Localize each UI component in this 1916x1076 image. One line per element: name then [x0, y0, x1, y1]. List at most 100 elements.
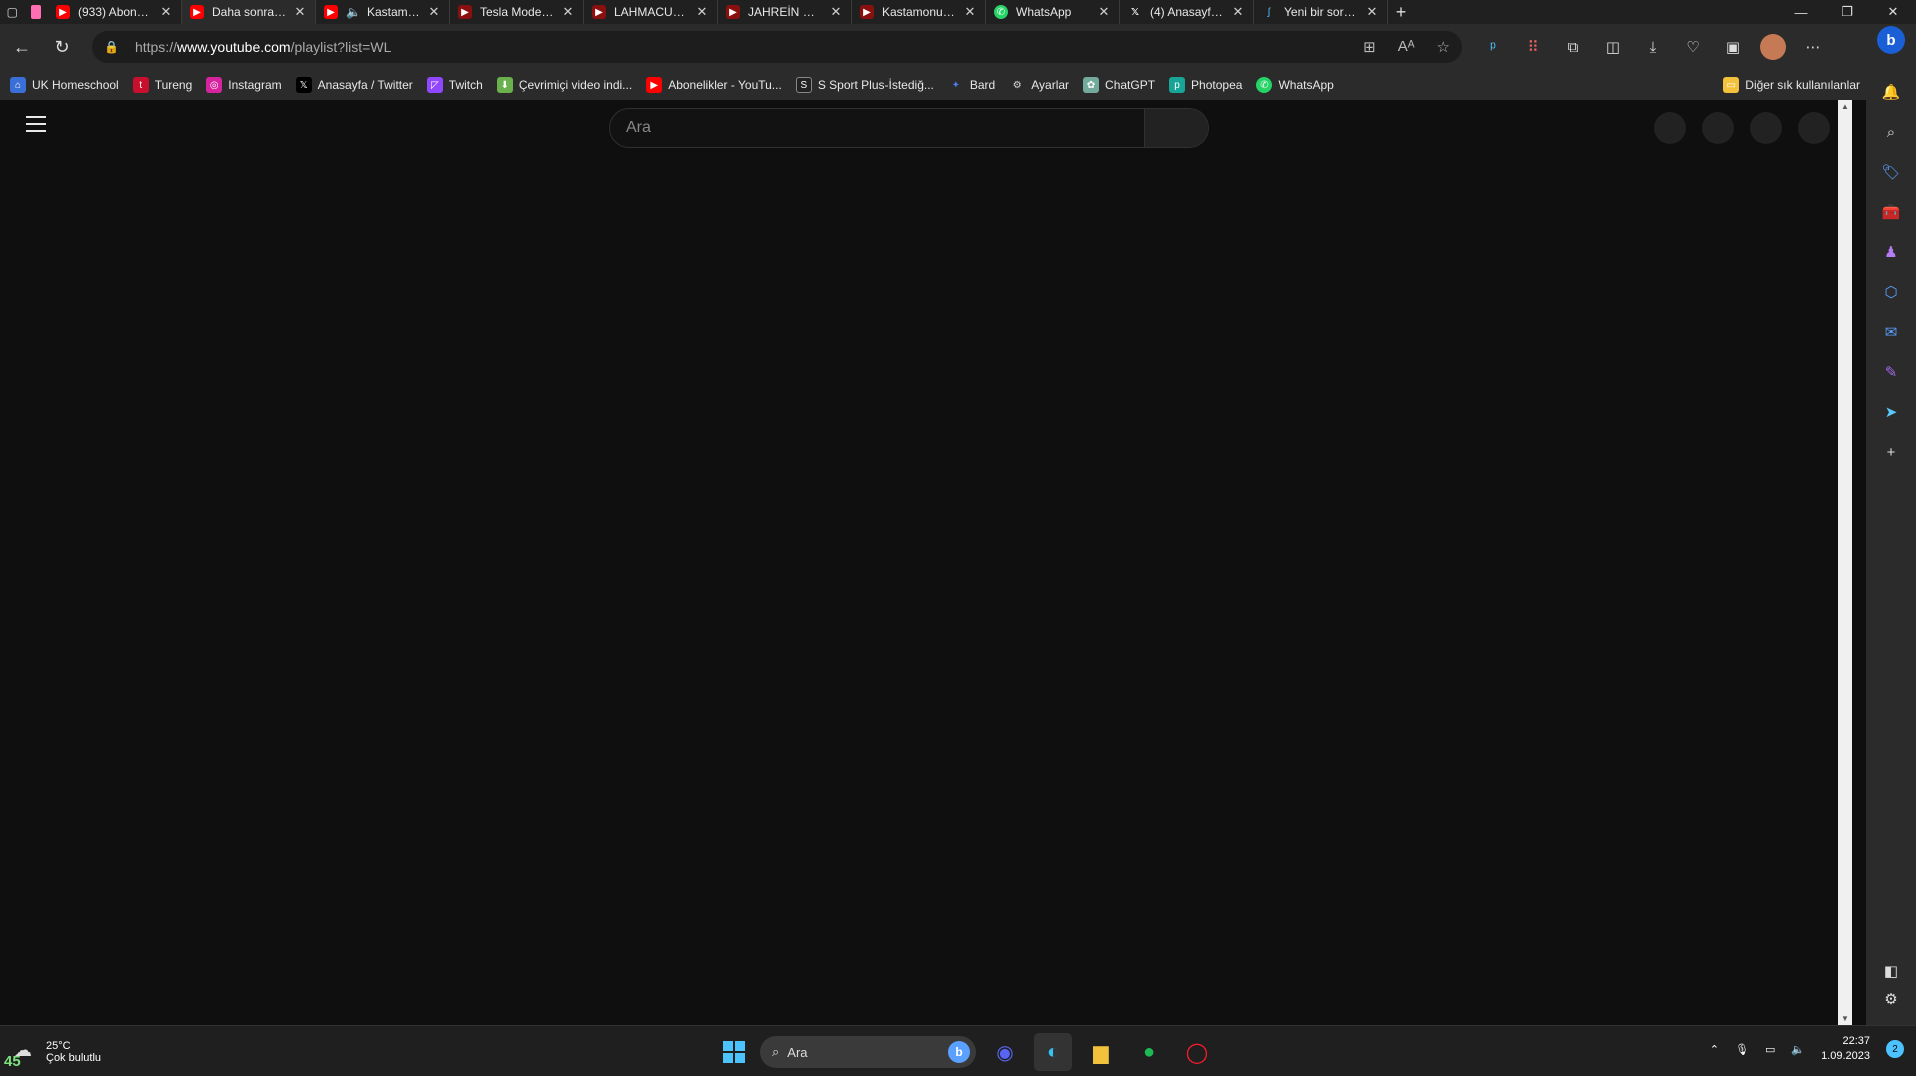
scroll-up-icon[interactable]: ▲ [1841, 102, 1849, 111]
bookmark-uk-homeschool[interactable]: ⌂ UK Homeschool [10, 77, 119, 93]
close-tab-icon[interactable]: ✕ [293, 4, 307, 20]
clock[interactable]: 22:37 1.09.2023 [1821, 1034, 1870, 1064]
header-action-placeholders [1654, 112, 1830, 144]
new-tab-button[interactable]: + [1388, 2, 1414, 23]
outlook-icon[interactable]: ✉ [1877, 318, 1905, 346]
bookmark-twitch[interactable]: ◸ Twitch [426, 77, 483, 93]
header-action-placeholder[interactable] [1798, 112, 1830, 144]
volume-icon[interactable]: 🔈 [1791, 1043, 1805, 1056]
bookmark-label: S Sport Plus-İstediğ... [817, 78, 934, 92]
file-explorer-icon[interactable]: ▆ [1082, 1033, 1120, 1071]
tab-subscriptions[interactable]: ▶ (933) Abonelikler - ✕ [48, 0, 182, 24]
shopping-icon[interactable]: 🏷 [1877, 158, 1905, 186]
bookmark-bard[interactable]: ✦ Bard [948, 77, 996, 93]
tab-new-question[interactable]: ʃ Yeni bir soru oluştu ✕ [1254, 0, 1388, 24]
close-tab-icon[interactable]: ✕ [695, 4, 709, 20]
speaker-icon[interactable]: 🔈 [346, 5, 361, 19]
bookmark-video-download[interactable]: ⬇ Çevrimiçi video indi... [496, 77, 632, 93]
bookmark-youtube-subscriptions[interactable]: ▶ Abonelikler - YouTu... [646, 77, 782, 93]
notification-badge[interactable]: 2 [1886, 1040, 1904, 1058]
bookmark-twitter[interactable]: 𝕏 Anasayfa / Twitter [295, 77, 413, 93]
app-available-icon[interactable]: ⊞ [1363, 38, 1376, 56]
add-icon[interactable]: + [1877, 438, 1905, 466]
opera-icon[interactable]: ◯ [1178, 1033, 1216, 1071]
youtube-search-input[interactable] [610, 109, 1144, 147]
extension-icon[interactable]: ᵖ [1480, 34, 1506, 60]
search-icon[interactable]: ⌕ [1877, 118, 1905, 146]
workspace-icon[interactable] [31, 5, 42, 19]
games-icon[interactable]: ♟ [1877, 238, 1905, 266]
ssport-icon: S [795, 77, 812, 93]
discord-icon[interactable]: ◉ [986, 1033, 1024, 1071]
windows-start-icon[interactable] [718, 1036, 750, 1068]
youtube-search-button[interactable] [1144, 109, 1208, 147]
hamburger-menu-icon[interactable] [26, 116, 46, 132]
tab-whatsapp[interactable]: ✆ WhatsApp ✕ [986, 0, 1120, 24]
edge-icon[interactable]: ◐ [1034, 1033, 1072, 1071]
close-tab-icon[interactable]: ✕ [963, 4, 977, 20]
tab-lahmacun[interactable]: ▶ LAHMACUN, BABA ✕ [584, 0, 718, 24]
page-scrollbar[interactable]: ▲ ▼ [1838, 100, 1852, 1025]
close-tab-icon[interactable]: ✕ [427, 4, 441, 20]
bookmark-chatgpt[interactable]: ✿ ChatGPT [1083, 77, 1155, 93]
close-tab-icon[interactable]: ✕ [561, 4, 575, 20]
close-window-icon[interactable]: ✕ [1870, 0, 1916, 24]
tab-tesla[interactable]: ▶ Tesla Model 3 Yen ✕ [450, 0, 584, 24]
tools-icon[interactable]: 🧰 [1877, 198, 1905, 226]
profile-avatar[interactable] [1760, 34, 1786, 60]
close-tab-icon[interactable]: ✕ [829, 4, 843, 20]
tab-kastamonu-ayisi[interactable]: ▶ Kastamonu Ayısı V ✕ [852, 0, 986, 24]
bing-chat-icon[interactable]: b [1877, 26, 1905, 54]
close-tab-icon[interactable]: ✕ [1365, 4, 1379, 20]
tab-kastamonu[interactable]: ▶ 🔈 Kastamonu A ✕ [316, 0, 450, 24]
network-icon[interactable]: ▭ [1765, 1043, 1775, 1056]
downloads-icon[interactable]: ⤓ [1640, 34, 1666, 60]
header-action-placeholder[interactable] [1654, 112, 1686, 144]
drop-icon[interactable]: ✎ [1877, 358, 1905, 386]
bookmark-whatsapp[interactable]: ✆ WhatsApp [1256, 77, 1334, 93]
bookmark-instagram[interactable]: ◎ Instagram [206, 77, 282, 93]
close-tab-icon[interactable]: ✕ [1097, 4, 1111, 20]
extensions-icon[interactable]: ⧉ [1560, 34, 1586, 60]
tab-watch-later[interactable]: ▶ Daha sonra izle - Y ✕ [182, 0, 316, 24]
tab-x-home[interactable]: 𝕏 (4) Anasayfa / X ✕ [1120, 0, 1254, 24]
microphone-icon[interactable]: 🎙 [1735, 1043, 1749, 1056]
collections-icon[interactable]: ▣ [1720, 34, 1746, 60]
close-tab-icon[interactable]: ✕ [1231, 4, 1245, 20]
split-screen-icon[interactable]: ◫ [1600, 34, 1626, 60]
minimize-icon[interactable]: — [1778, 0, 1824, 24]
tab-title: (4) Anasayfa / X [1150, 5, 1225, 19]
header-action-placeholder[interactable] [1702, 112, 1734, 144]
send-icon[interactable]: ➤ [1877, 398, 1905, 426]
hide-sidebar-icon[interactable]: ◧ [1877, 957, 1905, 985]
apps-grid-icon[interactable]: ⠿ [1520, 34, 1546, 60]
refresh-button[interactable]: ↻ [44, 31, 80, 63]
chevron-up-icon[interactable]: ⌃ [1710, 1043, 1719, 1056]
sidebar-settings-icon[interactable]: ⚙ [1877, 985, 1905, 1013]
more-menu-icon[interactable]: ⋯ [1800, 34, 1826, 60]
favorite-star-icon[interactable]: ☆ [1437, 38, 1450, 56]
bookmark-tureng[interactable]: t Tureng [132, 77, 192, 93]
gear-icon: ⚙ [1012, 79, 1022, 91]
notifications-icon[interactable]: 🔔 [1877, 78, 1905, 106]
address-bar[interactable]: 🔒 https://www.youtube.com/playlist?list=… [92, 31, 1462, 63]
close-tab-icon[interactable]: ✕ [159, 4, 173, 20]
tab-actions-icon[interactable]: ▢ [7, 5, 18, 19]
bookmark-settings[interactable]: ⚙ Ayarlar [1009, 77, 1069, 93]
tab-jahrein[interactable]: ▶ JAHREİN OFFLİNE ✕ [718, 0, 852, 24]
weather-widget[interactable]: ☁ 45 25°C Çok bulutlu [4, 1036, 101, 1070]
scroll-down-icon[interactable]: ▼ [1841, 1014, 1849, 1023]
back-button[interactable]: ← [4, 31, 40, 63]
header-action-placeholder[interactable] [1750, 112, 1782, 144]
taskbar-search[interactable]: ⌕ Ara b [760, 1036, 976, 1068]
lock-icon[interactable]: 🔒 [104, 40, 119, 54]
bookmark-other-favorites[interactable]: ▭ Diğer sık kullanılanlar [1723, 77, 1860, 93]
microsoft365-icon[interactable]: ⬡ [1877, 278, 1905, 306]
bookmark-ssport[interactable]: S S Sport Plus-İstediğ... [795, 77, 934, 93]
bookmark-photopea[interactable]: p Photopea [1169, 77, 1242, 93]
toolbar-extensions: ᵖ ⠿ ⧉ ◫ ⤓ ♡ ▣ ⋯ [1480, 34, 1826, 60]
performance-icon[interactable]: ♡ [1680, 34, 1706, 60]
read-aloud-icon[interactable]: Aᴬ [1398, 38, 1415, 56]
spotify-icon[interactable]: ● [1130, 1033, 1168, 1071]
restore-icon[interactable]: ❐ [1824, 0, 1870, 24]
